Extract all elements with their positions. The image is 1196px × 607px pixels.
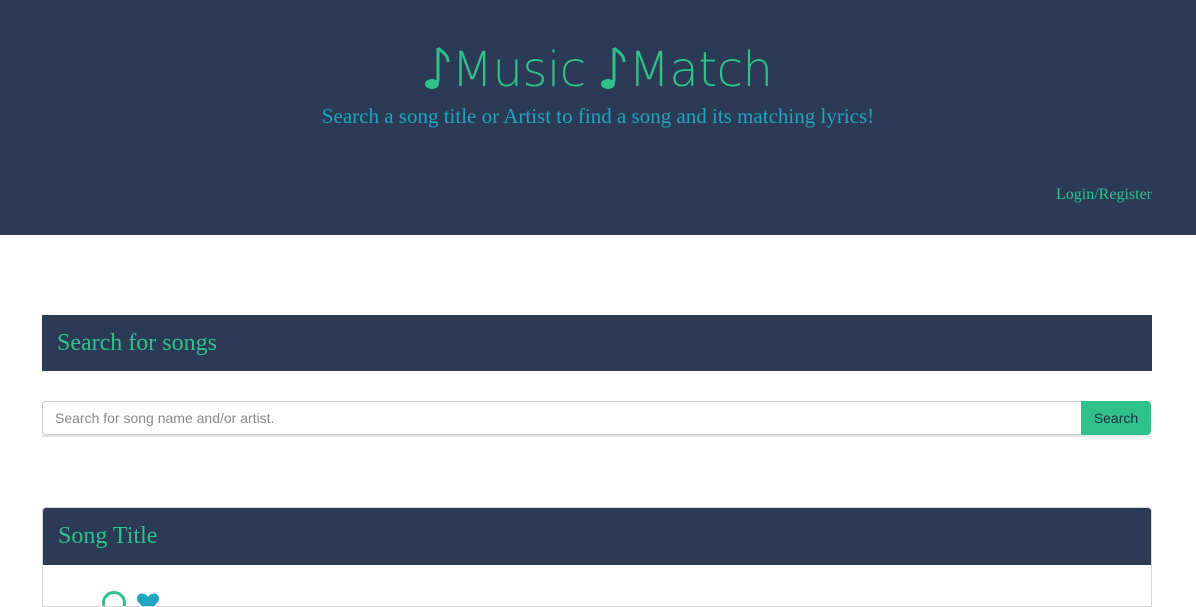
heart-icon[interactable] bbox=[135, 590, 161, 607]
search-input[interactable] bbox=[42, 401, 1081, 435]
play-circle-icon[interactable] bbox=[101, 590, 127, 607]
search-section-title: Search for songs bbox=[57, 315, 217, 371]
search-button[interactable]: Search bbox=[1081, 401, 1151, 435]
song-card-header: Song Title bbox=[43, 508, 1152, 565]
brand-word-music: Music bbox=[452, 42, 586, 98]
search-section-header: Search for songs bbox=[42, 315, 1152, 371]
site-logo: Music Match bbox=[0, 40, 1196, 100]
divider bbox=[42, 435, 1152, 437]
music-note-icon bbox=[424, 44, 452, 94]
site-header: Music Match Search a song title or Artis… bbox=[0, 0, 1196, 235]
song-card: Song Title bbox=[42, 507, 1152, 607]
song-title: Song Title bbox=[58, 508, 157, 565]
brand-word-match: Match bbox=[628, 42, 772, 98]
music-note-icon bbox=[600, 44, 628, 94]
login-register-link[interactable]: Login/Register bbox=[1056, 186, 1152, 204]
search-bar: Search bbox=[42, 401, 1152, 435]
site-tagline: Search a song title or Artist to find a … bbox=[0, 103, 1196, 129]
